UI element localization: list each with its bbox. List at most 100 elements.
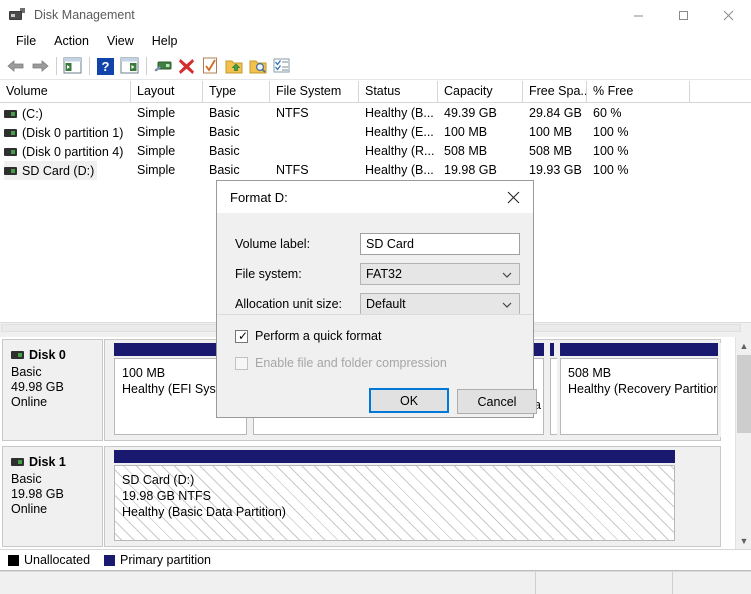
compression-checkbox: [235, 356, 248, 370]
disk-panel: Disk 1 Basic 19.98 GB Online SD Card (D:) 19.…: [0, 446, 736, 547]
cell-volume: SD Card (D:): [0, 161, 131, 180]
cell-layout: Simple: [137, 163, 176, 177]
cell-layout: Simple: [137, 125, 176, 139]
ok-button[interactable]: OK: [369, 388, 449, 413]
cell-free-space: 508 MB: [529, 144, 573, 158]
table-row[interactable]: (Disk 0 partition 1) Simple Basic Healthy (…: [0, 123, 751, 142]
toolbar-separator: [146, 56, 147, 75]
show-hide-console-tree-icon[interactable]: [61, 54, 85, 78]
close-button[interactable]: [706, 0, 751, 30]
column-header-free-spa[interactable]: Free Spa...: [523, 81, 587, 103]
column-header-capacity[interactable]: Capacity: [438, 81, 523, 103]
cell-capacity: 19.98 GB: [444, 163, 497, 177]
dialog-close-button[interactable]: [493, 181, 533, 213]
quick-format-row[interactable]: ✓ Perform a quick format: [235, 326, 381, 346]
disk-name: Disk 1: [29, 455, 66, 469]
allocation-unit-size-caption: Allocation unit size:: [235, 297, 343, 311]
partition[interactable]: SD Card (D:) 19.98 GB NTFS Healthy (Basic …: [111, 450, 678, 543]
check-icon: ✓: [238, 328, 249, 343]
file-system-row: File system: FAT32: [235, 263, 520, 285]
cell-file-system: NTFS: [276, 106, 309, 120]
volume-name: (Disk 0 partition 1): [22, 125, 124, 140]
all-tasks-icon[interactable]: [271, 54, 295, 78]
volume-label-input[interactable]: SD Card: [360, 233, 520, 255]
show-hide-action-pane-icon[interactable]: [118, 54, 142, 78]
column-header-status[interactable]: Status: [359, 81, 438, 103]
disk-state: Online: [11, 502, 48, 516]
cell-status: Healthy (R...: [365, 144, 435, 158]
toolbar-separator: [89, 56, 90, 75]
cell-free-space: 100 MB: [529, 125, 573, 139]
rescan-disks-icon[interactable]: [247, 54, 271, 78]
menu-help[interactable]: Help: [143, 32, 187, 50]
volume-name: (C:): [22, 106, 43, 121]
disk-title: Disk 1: [11, 455, 102, 469]
file-system-caption: File system:: [235, 267, 302, 281]
partition-line: 508 MB: [568, 366, 612, 380]
partition-capacity-bar: [114, 450, 675, 463]
delete-icon[interactable]: [175, 54, 199, 78]
scroll-up-arrow[interactable]: ▲: [736, 337, 751, 354]
cell-capacity: 508 MB: [444, 144, 488, 158]
column-header-type[interactable]: Type: [203, 81, 270, 103]
cell-percent-free: 100 %: [593, 163, 629, 177]
column-header-file-system[interactable]: File System: [270, 81, 359, 103]
legend-swatch-primary-partition: [104, 554, 116, 566]
quick-format-checkbox[interactable]: ✓: [235, 328, 249, 343]
status-panel-3: [673, 572, 751, 594]
volume-label-caption: Volume label:: [235, 237, 311, 251]
cancel-button[interactable]: Cancel: [457, 389, 537, 414]
minimize-button[interactable]: [616, 0, 661, 30]
maximize-button[interactable]: [661, 0, 706, 30]
table-row[interactable]: (Disk 0 partition 4) Simple Basic Healthy (…: [0, 142, 751, 161]
allocation-unit-size-select[interactable]: Default: [360, 293, 520, 315]
column-header-volume[interactable]: Volume: [0, 81, 131, 103]
cell-capacity: 100 MB: [444, 125, 488, 139]
disk-type: Basic: [11, 365, 42, 379]
dialog-divider: [217, 314, 533, 315]
cell-status: Healthy (B...: [365, 106, 434, 120]
status-panel-2: [536, 572, 673, 594]
format-dialog: Format D: Volume label: SD Card File sys…: [216, 180, 537, 418]
allocation-unit-size-row: Allocation unit size: Default: [235, 293, 520, 315]
export-list-icon[interactable]: [223, 54, 247, 78]
menu-action[interactable]: Action: [45, 32, 98, 50]
cell-type: Basic: [209, 125, 240, 139]
properties-icon[interactable]: [151, 54, 175, 78]
partition-line: Healthy (Basic Data Partition): [122, 505, 286, 519]
refresh-icon[interactable]: [199, 54, 223, 78]
partition[interactable]: 508 MB Healthy (Recovery Partition): [557, 343, 721, 437]
column-header-layout[interactable]: Layout: [131, 81, 203, 103]
volume-name: (Disk 0 partition 4): [22, 144, 124, 159]
disk-size: 49.98 GB: [11, 380, 64, 394]
disk-view-vertical-scrollbar[interactable]: ▲ ▼: [735, 337, 751, 549]
disk-info[interactable]: Disk 1 Basic 19.98 GB Online: [2, 446, 103, 547]
disk-info[interactable]: Disk 0 Basic 49.98 GB Online: [2, 339, 103, 441]
volume-icon: [4, 147, 17, 156]
forward-icon[interactable]: [28, 54, 52, 78]
table-row[interactable]: (C:) Simple Basic NTFS Healthy (B... 49.39 GB…: [0, 104, 751, 123]
partition[interactable]: Basic: [547, 343, 559, 437]
partition-body: 508 MB Healthy (Recovery Partition): [560, 358, 718, 435]
toolbar: ?: [0, 52, 751, 80]
column-header--free[interactable]: % Free: [587, 81, 690, 103]
volume-icon: [4, 128, 17, 137]
scroll-down-arrow[interactable]: ▼: [736, 532, 751, 549]
cell-file-system: [270, 142, 359, 161]
table-row[interactable]: SD Card (D:) Simple Basic NTFS Healthy (B...…: [0, 161, 751, 180]
scrollbar-thumb[interactable]: [737, 355, 751, 433]
compression-row: Enable file and folder compression: [235, 353, 447, 373]
dialog-title-bar: Format D:: [217, 181, 533, 213]
partition-line: 19.98 GB NTFS: [122, 489, 211, 503]
help-icon[interactable]: ?: [94, 54, 118, 78]
legend-label-primary-partition: Primary partition: [120, 553, 212, 567]
cell-percent-free: 60 %: [593, 106, 622, 120]
file-system-select[interactable]: FAT32: [360, 263, 520, 285]
dialog-title: Format D:: [230, 189, 288, 205]
legend-label-unallocated: Unallocated: [24, 553, 91, 567]
back-icon[interactable]: [4, 54, 28, 78]
menu-view[interactable]: View: [98, 32, 143, 50]
cell-type: Basic: [209, 144, 240, 158]
disk-state: Online: [11, 395, 48, 409]
menu-file[interactable]: File: [7, 32, 45, 50]
